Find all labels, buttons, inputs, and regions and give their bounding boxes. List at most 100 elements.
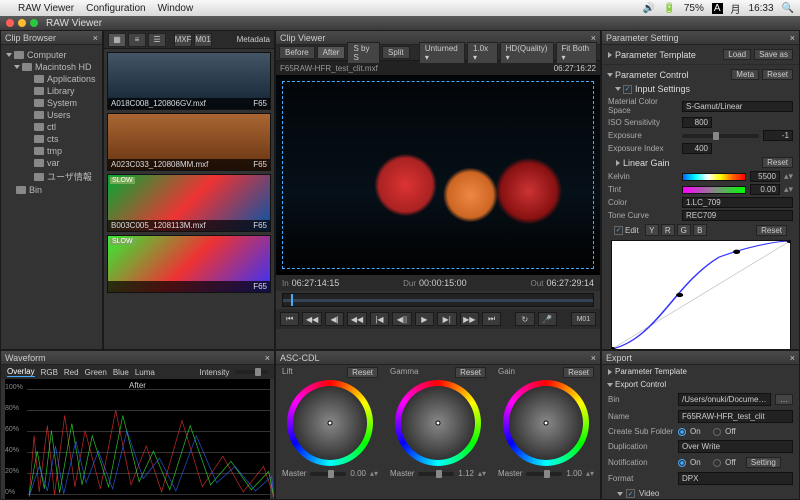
color-wheel-gain[interactable]	[503, 380, 589, 466]
curve-g-tab[interactable]: G	[677, 224, 691, 236]
loop-icon[interactable]: ↻	[515, 312, 534, 326]
wf-overlay-tab[interactable]: Overlay	[7, 367, 35, 377]
wf-green-tab[interactable]: Green	[85, 368, 107, 377]
wf-luma-tab[interactable]: Luma	[135, 368, 155, 377]
bin-path-field[interactable]: /Users/onuki/Documents	[678, 393, 771, 406]
frame-back-icon[interactable]: |◀	[370, 312, 389, 326]
folder-tree[interactable]: ComputerMacintosh HDApplicationsLibraryS…	[1, 45, 102, 200]
tree-item[interactable]: System	[5, 97, 98, 109]
close-icon[interactable]: ×	[790, 353, 795, 363]
master-value[interactable]: 0.00	[350, 469, 366, 478]
timeline-scrubber[interactable]	[282, 293, 594, 307]
subfolder-on-radio[interactable]	[678, 428, 686, 436]
tonecurve-dropdown[interactable]: REC709	[682, 210, 793, 221]
metadata-button[interactable]: Metadata	[237, 35, 270, 44]
after-button[interactable]: After	[317, 46, 346, 59]
reset-button[interactable]: Reset	[563, 367, 594, 378]
tree-item[interactable]: Users	[5, 109, 98, 121]
goto-start-icon[interactable]: ⏮	[280, 312, 299, 326]
tint-value[interactable]: 0.00	[750, 184, 780, 195]
clip-thumbnail[interactable]: A018C008_120806GV.mxfF65	[107, 52, 271, 110]
param-template-hdr[interactable]: Parameter Template	[615, 50, 696, 60]
view-grid-icon[interactable]: ▦	[108, 33, 126, 47]
clip-thumbnail[interactable]: SLOWB003C005_1208113M.mxfF65	[107, 174, 271, 232]
notif-on-radio[interactable]	[678, 459, 686, 467]
reset-button[interactable]: Reset	[347, 367, 378, 378]
filter-mxf[interactable]: MXF	[174, 33, 192, 47]
prev-clip-icon[interactable]: ◀◀	[302, 312, 321, 326]
quality-dropdown[interactable]: HD(Quality) ▾	[500, 42, 554, 64]
close-icon[interactable]: ×	[265, 353, 270, 363]
stepper-icon[interactable]: ▴▾	[784, 171, 793, 182]
tree-item[interactable]: tmp	[5, 145, 98, 157]
tree-item[interactable]: ユーザ情報	[5, 169, 98, 184]
rewind-icon[interactable]: ◀◀	[347, 312, 366, 326]
exposure-slider[interactable]	[682, 134, 759, 138]
linear-gain-hdr[interactable]: Linear Gain	[623, 158, 670, 168]
before-button[interactable]: Before	[279, 46, 315, 59]
stepper-icon[interactable]: ▴▾	[586, 469, 594, 478]
intensity-slider[interactable]	[235, 370, 268, 374]
reset-button[interactable]: Reset	[762, 157, 793, 168]
reset-button[interactable]: Reset	[756, 225, 787, 236]
load-button[interactable]: Load	[723, 49, 751, 60]
duplication-dropdown[interactable]: Over Write	[678, 440, 793, 453]
stepper-icon[interactable]: ▴▾	[784, 184, 793, 195]
export-template-hdr[interactable]: Parameter Template	[615, 367, 687, 376]
video-checkbox[interactable]: ✓	[626, 489, 635, 498]
curve-b-tab[interactable]: B	[693, 224, 707, 236]
master-value[interactable]: 1.00	[566, 469, 582, 478]
zoom-dropdown[interactable]: 1.0x ▾	[467, 42, 498, 64]
step-back-icon[interactable]: ◀|	[325, 312, 344, 326]
play-icon[interactable]: ▶	[415, 312, 434, 326]
clip-thumbnail[interactable]: SLOWF65	[107, 235, 271, 293]
tree-item[interactable]: Library	[5, 85, 98, 97]
browse-button[interactable]: …	[775, 394, 793, 405]
master-value[interactable]: 1.12	[458, 469, 474, 478]
subfolder-off-radio[interactable]	[713, 428, 721, 436]
volume-icon[interactable]: 🔊	[643, 3, 655, 14]
tone-curve-editor[interactable]	[611, 240, 791, 349]
ffwd-icon[interactable]: ▶▶	[460, 312, 479, 326]
split-button[interactable]: Split	[382, 46, 410, 59]
input-settings-hdr[interactable]: Input Settings	[635, 84, 690, 94]
clip-thumbnail[interactable]: A023C033_120808MM.mxfF65	[107, 113, 271, 171]
tint-slider[interactable]	[682, 186, 746, 194]
format-dropdown[interactable]: DPX	[678, 472, 793, 485]
wf-blue-tab[interactable]: Blue	[113, 368, 129, 377]
filter-m01[interactable]: M01	[194, 33, 212, 47]
color-dropdown[interactable]: 1.LC_709	[682, 197, 793, 208]
curve-r-tab[interactable]: R	[661, 224, 675, 236]
close-window-icon[interactable]	[6, 19, 14, 27]
iso-value[interactable]: 800	[682, 117, 712, 128]
battery-icon[interactable]: 🔋	[663, 3, 675, 14]
tree-item[interactable]: Bin	[5, 184, 98, 196]
reset-button[interactable]: Reset	[762, 69, 793, 80]
spotlight-icon[interactable]: 🔍	[782, 3, 794, 14]
play-reverse-icon[interactable]: ◀||	[392, 312, 411, 326]
viewer-canvas[interactable]	[276, 75, 600, 275]
exposure-value[interactable]: -1	[763, 130, 793, 141]
master-slider[interactable]	[418, 472, 454, 476]
tree-item[interactable]: Applications	[5, 73, 98, 85]
param-control-hdr[interactable]: Parameter Control	[615, 70, 689, 80]
kelvin-value[interactable]: 5500	[750, 171, 780, 182]
tree-item[interactable]: Macintosh HD	[5, 61, 98, 73]
saveas-button[interactable]: Save as	[754, 49, 793, 60]
reset-button[interactable]: Reset	[455, 367, 486, 378]
fit-dropdown[interactable]: Fit Both ▾	[556, 42, 598, 64]
color-wheel-lift[interactable]	[287, 380, 373, 466]
view-list-icon[interactable]: ≡	[128, 33, 146, 47]
stepper-icon[interactable]: ▴▾	[478, 469, 486, 478]
ei-value[interactable]: 400	[682, 143, 712, 154]
close-icon[interactable]: ×	[93, 33, 98, 43]
close-icon[interactable]: ×	[790, 33, 795, 43]
menu-config[interactable]: Configuration	[86, 3, 145, 14]
edit-checkbox[interactable]: ✓	[614, 226, 623, 235]
menu-window[interactable]: Window	[158, 3, 194, 14]
goto-end-icon[interactable]: ⏭	[482, 312, 501, 326]
zoom-window-icon[interactable]	[30, 19, 38, 27]
tree-item[interactable]: Computer	[5, 49, 98, 61]
master-slider[interactable]	[310, 472, 346, 476]
frame-fwd-icon[interactable]: ▶|	[437, 312, 456, 326]
